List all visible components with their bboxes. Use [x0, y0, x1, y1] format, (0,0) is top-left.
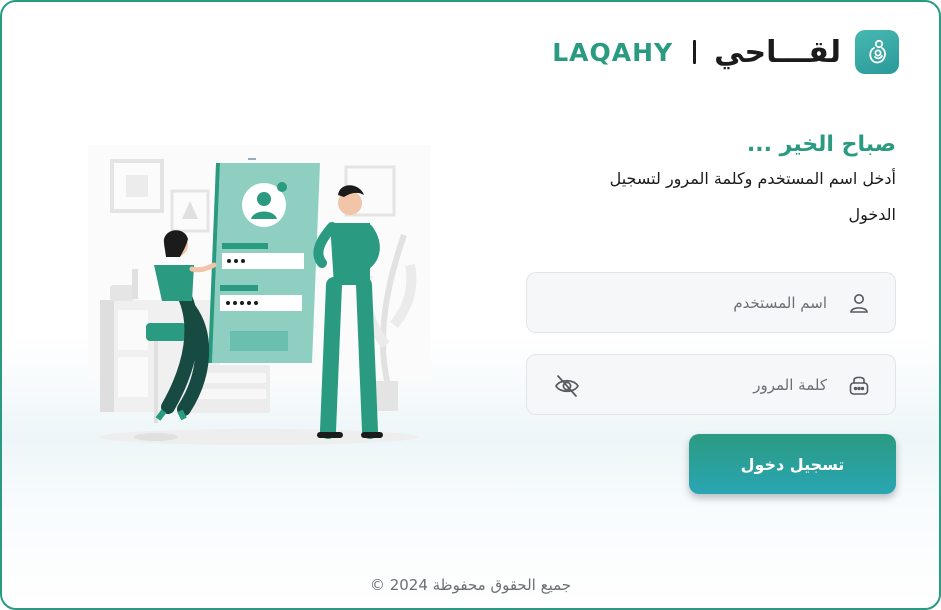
mother-child-logo-icon: [855, 30, 899, 74]
login-instruction: أدخل اسم المستخدم وكلمة المرور لتسجيل ال…: [609, 169, 896, 224]
user-icon: [847, 291, 871, 315]
password-input[interactable]: [627, 371, 827, 399]
brand-divider: [693, 40, 697, 64]
password-field[interactable]: [526, 354, 896, 415]
login-button[interactable]: تسجيل دخول: [689, 434, 896, 494]
username-field[interactable]: [526, 272, 896, 333]
brand-header: LAQAHY لقـــاحي: [552, 30, 899, 74]
brand-name-latin: LAQAHY: [552, 37, 674, 67]
app-window: LAQAHY لقـــاحي صباح الخير ... أدخل اسم …: [0, 0, 941, 610]
brand-name-arabic: لقـــاحي: [714, 34, 841, 70]
copyright-footer: جميع الحقوق محفوظة 2024 ©: [369, 576, 572, 594]
eye-off-icon[interactable]: [553, 373, 581, 399]
greeting-title: صباح الخير ...: [746, 132, 896, 157]
login-illustration: [88, 145, 430, 450]
username-input[interactable]: [627, 289, 827, 317]
lock-icon: [847, 373, 871, 397]
login-intro: صباح الخير ... أدخل اسم المستخدم وكلمة ا…: [524, 132, 896, 233]
